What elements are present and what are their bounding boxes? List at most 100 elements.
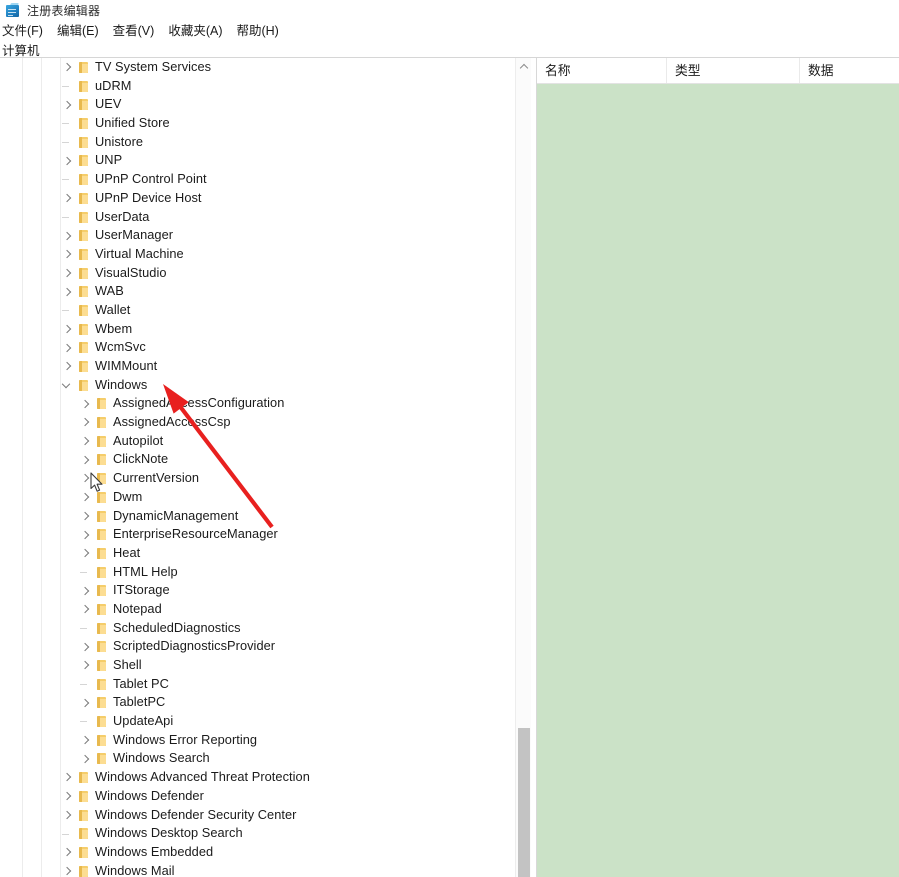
tree-item[interactable]: UserManager: [0, 226, 515, 245]
tree-item[interactable]: Windows: [0, 376, 515, 395]
tree-item-no-children[interactable]: [60, 824, 76, 843]
tree-item[interactable]: Windows Search: [0, 749, 515, 768]
tree-item[interactable]: UNP: [0, 151, 515, 170]
tree-item[interactable]: Windows Defender: [0, 787, 515, 806]
tree-item[interactable]: Windows Desktop Search: [0, 824, 515, 843]
column-header-data[interactable]: 数据: [800, 58, 899, 83]
chevron-right-icon[interactable]: [60, 189, 76, 208]
chevron-right-icon[interactable]: [60, 357, 76, 376]
tree-item-no-children[interactable]: [60, 77, 76, 96]
tree-item[interactable]: uDRM: [0, 77, 515, 96]
menu-item-file[interactable]: 文件(F): [0, 22, 50, 41]
tree-item-no-children[interactable]: [78, 675, 94, 694]
chevron-right-icon[interactable]: [78, 450, 94, 469]
tree-item[interactable]: Tablet PC: [0, 675, 515, 694]
registry-tree-list[interactable]: TV System Services uDRM UEV Unified Store Un…: [0, 58, 515, 877]
tree-item[interactable]: Wallet: [0, 301, 515, 320]
tree-item-no-children[interactable]: [60, 114, 76, 133]
tree-item[interactable]: EnterpriseResourceManager: [0, 525, 515, 544]
chevron-right-icon[interactable]: [60, 95, 76, 114]
menu-item-edit[interactable]: 编辑(E): [50, 22, 106, 41]
tree-item[interactable]: TabletPC: [0, 693, 515, 712]
tree-item-no-children[interactable]: [78, 619, 94, 638]
tree-item[interactable]: Windows Defender Security Center: [0, 806, 515, 825]
chevron-right-icon[interactable]: [60, 843, 76, 862]
chevron-right-icon[interactable]: [60, 264, 76, 283]
chevron-right-icon[interactable]: [60, 787, 76, 806]
chevron-right-icon[interactable]: [78, 469, 94, 488]
tree-item[interactable]: Shell: [0, 656, 515, 675]
tree-item[interactable]: AssignedAccessCsp: [0, 413, 515, 432]
tree-item-no-children[interactable]: [78, 712, 94, 731]
tree-item[interactable]: UPnP Control Point: [0, 170, 515, 189]
chevron-right-icon[interactable]: [78, 749, 94, 768]
tree-item[interactable]: Heat: [0, 544, 515, 563]
tree-item-no-children[interactable]: [60, 170, 76, 189]
tree-item-no-children[interactable]: [60, 208, 76, 227]
address-bar[interactable]: 计算机: [0, 41, 899, 58]
chevron-right-icon[interactable]: [78, 488, 94, 507]
tree-item[interactable]: Dwm: [0, 488, 515, 507]
tree-item-no-children[interactable]: [60, 301, 76, 320]
scroll-up-button[interactable]: [516, 58, 531, 75]
tree-item[interactable]: UPnP Device Host: [0, 189, 515, 208]
chevron-right-icon[interactable]: [60, 768, 76, 787]
chevron-right-icon[interactable]: [78, 507, 94, 526]
tree-item-no-children[interactable]: [60, 133, 76, 152]
tree-item[interactable]: UserData: [0, 208, 515, 227]
scrollbar-track[interactable]: [516, 75, 531, 728]
tree-item[interactable]: ClickNote: [0, 450, 515, 469]
tree-item[interactable]: CurrentVersion: [0, 469, 515, 488]
tree-item[interactable]: DynamicManagement: [0, 507, 515, 526]
column-header-type[interactable]: 类型: [667, 58, 800, 83]
menu-item-help[interactable]: 帮助(H): [229, 22, 285, 41]
tree-item[interactable]: Unified Store: [0, 114, 515, 133]
tree-item[interactable]: HTML Help: [0, 563, 515, 582]
tree-vertical-scrollbar[interactable]: [515, 58, 531, 877]
chevron-right-icon[interactable]: [78, 525, 94, 544]
chevron-right-icon[interactable]: [78, 600, 94, 619]
tree-item[interactable]: Windows Mail: [0, 862, 515, 877]
chevron-right-icon[interactable]: [60, 806, 76, 825]
column-header-name[interactable]: 名称: [537, 58, 667, 83]
chevron-right-icon[interactable]: [78, 637, 94, 656]
tree-item[interactable]: ScheduledDiagnostics: [0, 619, 515, 638]
tree-item[interactable]: AssignedAccessConfiguration: [0, 394, 515, 413]
chevron-right-icon[interactable]: [60, 151, 76, 170]
tree-item[interactable]: Wbem: [0, 320, 515, 339]
chevron-right-icon[interactable]: [78, 656, 94, 675]
menu-item-favorites[interactable]: 收藏夹(A): [161, 22, 229, 41]
tree-item[interactable]: VisualStudio: [0, 264, 515, 283]
tree-item[interactable]: Notepad: [0, 600, 515, 619]
value-list[interactable]: [537, 84, 899, 877]
menu-item-view[interactable]: 查看(V): [106, 22, 162, 41]
chevron-right-icon[interactable]: [60, 338, 76, 357]
tree-item[interactable]: TV System Services: [0, 58, 515, 77]
tree-item[interactable]: UEV: [0, 95, 515, 114]
tree-item[interactable]: WIMMount: [0, 357, 515, 376]
tree-item[interactable]: Unistore: [0, 133, 515, 152]
tree-item[interactable]: Windows Advanced Threat Protection: [0, 768, 515, 787]
chevron-right-icon[interactable]: [60, 862, 76, 877]
tree-item[interactable]: Windows Embedded: [0, 843, 515, 862]
chevron-right-icon[interactable]: [60, 320, 76, 339]
chevron-right-icon[interactable]: [60, 282, 76, 301]
tree-item[interactable]: Autopilot: [0, 432, 515, 451]
chevron-right-icon[interactable]: [60, 245, 76, 264]
tree-item[interactable]: ITStorage: [0, 581, 515, 600]
scrollbar-thumb[interactable]: [518, 728, 530, 877]
chevron-right-icon[interactable]: [78, 693, 94, 712]
chevron-down-icon[interactable]: [60, 376, 76, 395]
tree-item[interactable]: UpdateApi: [0, 712, 515, 731]
chevron-right-icon[interactable]: [78, 731, 94, 750]
chevron-right-icon[interactable]: [78, 394, 94, 413]
chevron-right-icon[interactable]: [78, 413, 94, 432]
chevron-right-icon[interactable]: [78, 544, 94, 563]
chevron-right-icon[interactable]: [60, 58, 76, 77]
tree-item[interactable]: WAB: [0, 282, 515, 301]
chevron-right-icon[interactable]: [60, 226, 76, 245]
tree-item[interactable]: Virtual Machine: [0, 245, 515, 264]
tree-item[interactable]: ScriptedDiagnosticsProvider: [0, 637, 515, 656]
tree-item[interactable]: Windows Error Reporting: [0, 731, 515, 750]
chevron-right-icon[interactable]: [78, 581, 94, 600]
